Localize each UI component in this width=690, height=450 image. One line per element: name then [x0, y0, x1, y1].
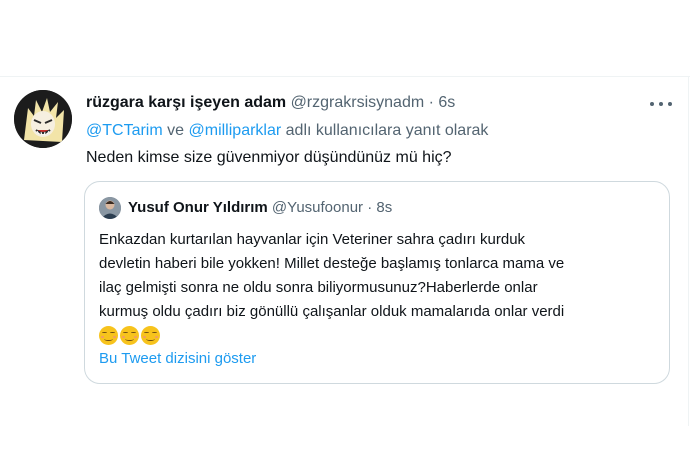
- tweet-timestamp[interactable]: 6s: [438, 94, 455, 111]
- timeline-border: [688, 76, 689, 426]
- user-handle[interactable]: @rzgrakrsisynadm: [291, 94, 425, 111]
- reply-suffix: adlı kullanıcılara yanıt olarak: [285, 122, 489, 139]
- more-dot: [659, 102, 663, 106]
- quoted-tweet[interactable]: Yusuf Onur Yıldırım @Yusufoonur · 8s Enk…: [84, 181, 670, 384]
- replying-to-line: @TCTarim ve @milliparklar adlı kullanıcı…: [86, 122, 488, 140]
- quoted-tweet-timestamp[interactable]: 8s: [376, 199, 392, 216]
- reply-connector: ve: [167, 122, 185, 139]
- emoji-row: [99, 326, 655, 345]
- relieved-face-emoji: [120, 326, 139, 345]
- relieved-face-emoji: [141, 326, 160, 345]
- quoted-display-name[interactable]: Yusuf Onur Yıldırım: [128, 199, 268, 216]
- show-thread-link[interactable]: Bu Tweet dizisini göster: [99, 350, 256, 367]
- more-dot: [668, 102, 672, 106]
- quoted-text-line: Enkazdan kurtarılan hayvanlar için Veter…: [99, 231, 526, 248]
- quoted-tweet-header: Yusuf Onur Yıldırım @Yusufoonur · 8s: [128, 199, 392, 216]
- quoted-user-avatar[interactable]: [99, 197, 121, 219]
- more-options-icon[interactable]: [650, 94, 672, 114]
- quoted-text-line: devletin haberi bile yokken! Millet dest…: [99, 255, 565, 272]
- quoted-text-line: kurmuş oldu çadırı biz gönüllü çalışanla…: [99, 303, 565, 320]
- tweet-header: rüzgara karşı işeyen adam @rzgrakrsisyna…: [86, 94, 455, 112]
- quoted-text-line: ilaç gelmişti sonra ne oldu sonra biliyo…: [99, 279, 538, 296]
- user-avatar[interactable]: [14, 90, 72, 148]
- more-dot: [650, 102, 654, 106]
- mention-link-milliparklar[interactable]: @milliparklar: [189, 122, 282, 139]
- reply-tweet[interactable]: rüzgara karşı işeyen adam @rzgrakrsisyna…: [0, 76, 688, 406]
- avatar-illustration-icon: [14, 90, 72, 148]
- mention-link-tctarim[interactable]: @TCTarim: [86, 122, 163, 139]
- display-name[interactable]: rüzgara karşı işeyen adam: [86, 94, 286, 111]
- quoted-tweet-text: Enkazdan kurtarılan hayvanlar için Veter…: [99, 228, 655, 345]
- relieved-face-emoji: [99, 326, 118, 345]
- tweet-text: Neden kimse size güvenmiyor düşündünüz m…: [86, 149, 452, 166]
- separator-dot: ·: [367, 199, 373, 216]
- separator-dot: ·: [428, 94, 434, 111]
- person-photo-icon: [99, 197, 121, 219]
- quoted-user-handle[interactable]: @Yusufoonur: [272, 199, 363, 216]
